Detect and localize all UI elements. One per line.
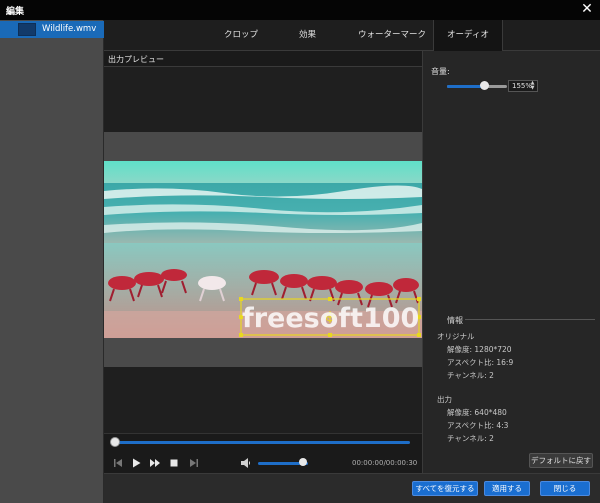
tab-bar: クロップ 効果 ウォーターマーク オーディオ — [104, 20, 600, 51]
preview-header: 出力プレビュー — [104, 51, 422, 67]
tab-watermark[interactable]: ウォーターマーク — [358, 28, 426, 40]
preview-area: freesoft100 — [104, 67, 422, 433]
close-button[interactable]: 閉じる — [540, 481, 590, 496]
volume-slider-handle[interactable] — [299, 458, 307, 466]
preview-label: 出力プレビュー — [108, 55, 164, 64]
apply-button[interactable]: 適用する — [484, 481, 530, 496]
seek-bar[interactable] — [116, 441, 410, 444]
file-list-panel: Wildlife.wmv — [0, 20, 104, 503]
audio-volume-handle[interactable] — [480, 81, 490, 90]
info-divider — [463, 319, 595, 320]
info-title: 情報 — [445, 315, 465, 326]
seek-start-icon[interactable] — [112, 457, 124, 469]
original-channel: チャンネル: 2 — [447, 371, 494, 380]
audio-volume-fill — [447, 85, 485, 88]
title-bar: 編集 ✕ — [0, 0, 600, 20]
audio-settings-panel: 音量: 155% ▲ ▼ 情報 オリジナル 解像度: 1280*720 アスペクト… — [422, 51, 600, 473]
output-heading: 出力 — [437, 395, 452, 404]
volume-icon[interactable] — [240, 457, 252, 469]
close-icon[interactable]: ✕ — [580, 2, 594, 16]
stop-icon[interactable] — [168, 457, 180, 469]
fast-forward-icon[interactable] — [149, 457, 161, 469]
tab-effect[interactable]: 効果 — [299, 28, 316, 40]
video-thumb-icon — [18, 23, 36, 36]
reset-default-button[interactable]: デフォルトに戻す — [529, 453, 593, 468]
tab-audio[interactable]: オーディオ — [433, 20, 503, 51]
window-title: 編集 — [6, 7, 25, 17]
original-resolution: 解像度: 1280*720 — [447, 345, 512, 354]
play-icon[interactable] — [130, 457, 142, 469]
spin-arrows-icon[interactable]: ▲ ▼ — [529, 81, 536, 91]
editor-area: クロップ 効果 ウォーターマーク オーディオ 出力プレビュー freesoft1… — [104, 20, 600, 503]
output-resolution: 解像度: 640*480 — [447, 408, 507, 417]
video-image: freesoft100 — [104, 161, 422, 338]
seek-handle[interactable] — [110, 437, 120, 447]
tab-crop[interactable]: クロップ — [224, 28, 258, 40]
playback-controls: 00:00:00/00:00:30 — [104, 433, 422, 473]
seek-end-icon[interactable] — [188, 457, 200, 469]
volume-label: 音量: — [431, 67, 450, 76]
restore-all-button[interactable]: すべてを復元する — [412, 481, 478, 496]
volume-spinbox[interactable]: 155% ▲ ▼ — [508, 80, 538, 92]
time-display: 00:00:00/00:00:30 — [352, 459, 418, 467]
file-list-item[interactable]: Wildlife.wmv — [0, 21, 104, 38]
file-name: Wildlife.wmv — [42, 24, 97, 34]
original-aspect: アスペクト比: 16:9 — [447, 358, 514, 367]
video-frame: freesoft100 — [104, 161, 422, 338]
watermark-text: freesoft100 — [242, 303, 419, 334]
action-bar: すべてを復元する 適用する 閉じる — [104, 473, 600, 503]
original-heading: オリジナル — [437, 332, 475, 341]
output-aspect: アスペクト比: 4:3 — [447, 421, 509, 430]
output-channel: チャンネル: 2 — [447, 434, 494, 443]
